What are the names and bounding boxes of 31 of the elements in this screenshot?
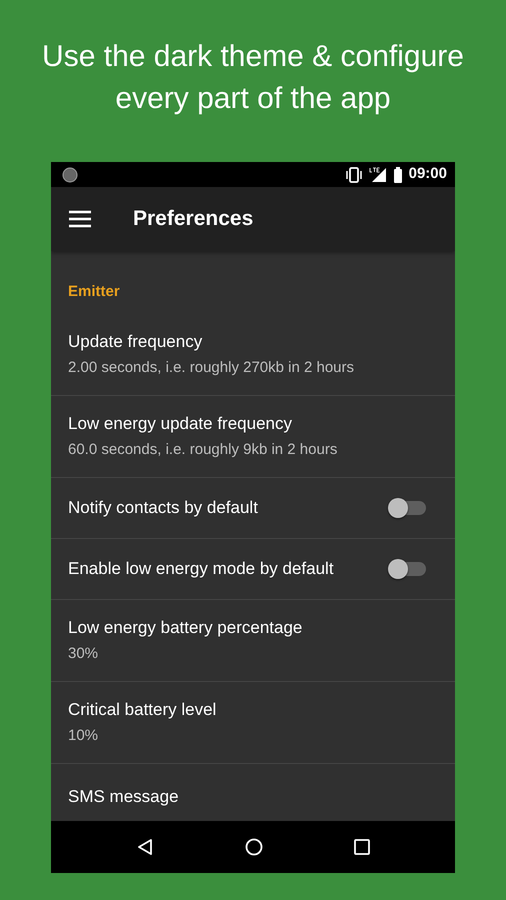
battery-icon: [392, 166, 403, 182]
back-icon: [136, 838, 154, 856]
preference-summary: 2.00 seconds, i.e. roughly 270kb in 2 hours: [68, 358, 354, 378]
preference-summary: 30%: [68, 644, 100, 664]
toggle-switch[interactable]: [390, 500, 426, 514]
toggle-switch[interactable]: [390, 562, 426, 576]
preference-item[interactable]: Notify contacts by default: [51, 478, 455, 538]
preference-item[interactable]: Low energy battery percentage 30%: [51, 600, 455, 682]
clock: 09:00: [408, 164, 447, 184]
preference-title: Enable low energy mode by default: [68, 558, 334, 580]
preference-summary: 60.0 seconds, i.e. roughly 9kb in 2 hours: [68, 440, 338, 460]
preference-title: Critical battery level: [68, 699, 216, 721]
preference-title: Notify contacts by default: [68, 496, 258, 519]
preference-title: Low energy battery percentage: [68, 617, 302, 639]
notification-icon: [62, 166, 78, 182]
preference-summary: 10%: [68, 726, 100, 746]
toolbar-title: Preferences: [133, 206, 254, 232]
preference-title: SMS message: [68, 786, 179, 808]
overview-icon: [354, 838, 370, 855]
home-icon: [244, 838, 263, 856]
category-title: Emitter: [67, 282, 121, 302]
headline: Use the dark theme & configure every part of the app: [41, 39, 465, 117]
preference-item[interactable]: Low energy update frequency 60.0 seconds, i.e. roughly 9kb in 2 hours: [51, 396, 455, 478]
preference-item[interactable]: Critical battery level 10%: [51, 682, 455, 764]
lte-signal-icon: [368, 166, 387, 182]
preference-item[interactable]: Enable low energy mode by default: [51, 538, 455, 600]
preference-item[interactable]: Update frequency 2.00 seconds, i.e. roughly 270kb in 2 hours: [51, 314, 455, 396]
preference-title: Low energy update frequency: [68, 413, 293, 435]
preference-title: Update frequency: [68, 331, 204, 353]
vibrate-icon: [344, 166, 363, 182]
menu-icon: [69, 210, 91, 228]
